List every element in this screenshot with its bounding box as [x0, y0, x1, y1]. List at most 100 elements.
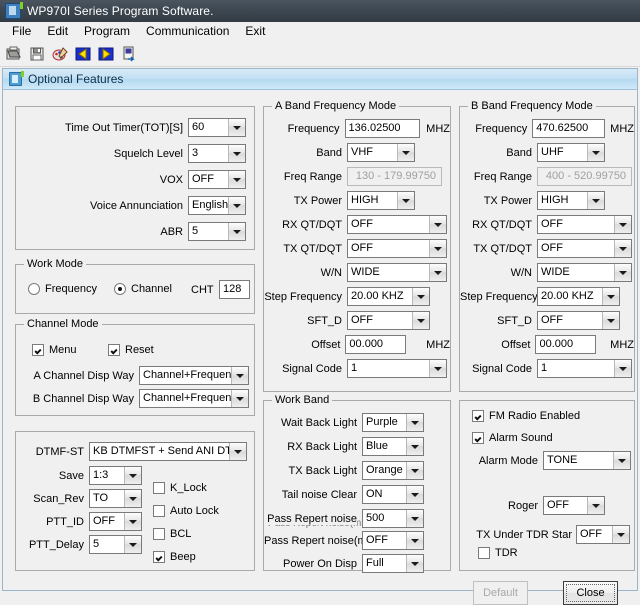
tail-noise-clear-select[interactable]: ON: [362, 485, 424, 504]
chevron-down-icon[interactable]: [602, 288, 619, 305]
k-lock-checkbox[interactable]: K_Lock: [153, 482, 207, 494]
abr-select[interactable]: 5: [188, 222, 246, 241]
menu-item-communication[interactable]: Communication: [138, 22, 237, 40]
beep-checkbox[interactable]: Beep: [153, 551, 196, 563]
time-out-timer-select[interactable]: 60: [188, 118, 246, 137]
chevron-down-icon[interactable]: [406, 486, 423, 503]
channel-mode-menu-checkbox[interactable]: Menu: [32, 344, 77, 356]
chevron-down-icon[interactable]: [406, 510, 423, 527]
chevron-down-icon[interactable]: [602, 312, 619, 329]
menu-item-program[interactable]: Program: [76, 22, 138, 40]
cht-input[interactable]: 128: [219, 280, 250, 299]
a-wn-select[interactable]: WIDE: [347, 263, 447, 282]
a-channel-disp-way-select[interactable]: Channel+Frequency: [139, 366, 249, 385]
roger-select[interactable]: OFF: [543, 496, 605, 515]
menu-item-exit[interactable]: Exit: [237, 22, 273, 40]
chevron-down-icon[interactable]: [587, 192, 604, 209]
a-step-frequency-select[interactable]: 20.00 KHZ: [347, 287, 430, 306]
chevron-down-icon[interactable]: [406, 532, 423, 549]
a-tx-power-select[interactable]: HIGH: [347, 191, 415, 210]
chevron-down-icon[interactable]: [429, 216, 446, 233]
vox-select[interactable]: OFF: [188, 170, 246, 189]
chevron-down-icon[interactable]: [229, 443, 246, 460]
chevron-down-icon[interactable]: [124, 513, 141, 530]
scan-rev-select[interactable]: TO: [89, 489, 142, 508]
voice-annunciation-select[interactable]: English: [188, 196, 246, 215]
chevron-down-icon[interactable]: [406, 555, 423, 572]
a-rx-qt-dqt-select[interactable]: OFF: [347, 215, 447, 234]
chevron-down-icon[interactable]: [412, 312, 429, 329]
pencil-palette-icon[interactable]: [50, 43, 71, 64]
chevron-down-icon[interactable]: [587, 144, 604, 161]
chevron-down-icon[interactable]: [397, 144, 414, 161]
b-tx-power-select[interactable]: HIGH: [537, 191, 605, 210]
chevron-down-icon[interactable]: [124, 467, 141, 484]
b-band-select[interactable]: UHF: [537, 143, 605, 162]
chevron-down-icon[interactable]: [412, 288, 429, 305]
ptt-delay-select[interactable]: 5: [89, 535, 142, 554]
tdr-checkbox[interactable]: TDR: [478, 547, 518, 559]
chevron-down-icon[interactable]: [406, 414, 423, 431]
b-frequency-input[interactable]: 470.62500: [532, 119, 606, 138]
ptt-id-select[interactable]: OFF: [89, 512, 142, 531]
wait-back-light-select[interactable]: Purple: [362, 413, 424, 432]
chevron-down-icon[interactable]: [228, 197, 245, 214]
fm-radio-enabled-checkbox[interactable]: FM Radio Enabled: [472, 410, 580, 422]
chevron-down-icon[interactable]: [406, 462, 423, 479]
alarm-mode-select[interactable]: TONE: [543, 451, 631, 470]
chevron-down-icon[interactable]: [228, 171, 245, 188]
alarm-sound-checkbox[interactable]: Alarm Sound: [472, 432, 553, 444]
chevron-down-icon[interactable]: [587, 497, 604, 514]
chevron-down-icon[interactable]: [612, 526, 629, 543]
chevron-down-icon[interactable]: [228, 119, 245, 136]
b-channel-disp-way-select[interactable]: Channel+Frequency: [139, 389, 249, 408]
write-arrow-right-icon[interactable]: [96, 43, 117, 64]
channel-mode-reset-checkbox[interactable]: Reset: [108, 344, 154, 356]
folder-open-icon[interactable]: [4, 43, 25, 64]
a-signal-code-select[interactable]: 1: [347, 359, 447, 378]
a-band-select[interactable]: VHF: [347, 143, 415, 162]
chevron-down-icon[interactable]: [124, 536, 141, 553]
rx-back-light-select[interactable]: Blue: [362, 437, 424, 456]
chevron-down-icon[interactable]: [231, 390, 248, 407]
a-frequency-input[interactable]: 136.02500: [344, 119, 421, 138]
b-signal-code-select[interactable]: 1: [537, 359, 632, 378]
chevron-down-icon[interactable]: [429, 264, 446, 281]
chevron-down-icon[interactable]: [228, 223, 245, 240]
chevron-down-icon[interactable]: [614, 240, 631, 257]
a-tx-qt-dqt-select[interactable]: OFF: [347, 239, 447, 258]
a-offset-input[interactable]: 00.000: [345, 335, 407, 354]
bcl-checkbox[interactable]: BCL: [153, 528, 191, 540]
b-offset-input[interactable]: 00.000: [535, 335, 597, 354]
chevron-down-icon[interactable]: [613, 452, 630, 469]
exit-door-icon[interactable]: [119, 43, 140, 64]
a-sft-d-select[interactable]: OFF: [347, 311, 430, 330]
close-button[interactable]: Close: [563, 581, 618, 605]
save-select[interactable]: 1:3: [89, 466, 142, 485]
chevron-down-icon[interactable]: [124, 490, 141, 507]
floppy-disk-icon[interactable]: [27, 43, 48, 64]
work-mode-frequency-radio[interactable]: Frequency: [28, 283, 97, 295]
tx-under-tdr-star-select[interactable]: OFF: [576, 525, 630, 544]
b-sft-d-select[interactable]: OFF: [537, 311, 620, 330]
b-wn-select[interactable]: WIDE: [537, 263, 632, 282]
menu-item-file[interactable]: File: [4, 22, 39, 40]
chevron-down-icon[interactable]: [406, 438, 423, 455]
b-rx-qt-dqt-select[interactable]: OFF: [537, 215, 632, 234]
read-arrow-left-icon[interactable]: [73, 43, 94, 64]
pass-repert-noise-ms-select[interactable]: OFF: [362, 531, 424, 550]
chevron-down-icon[interactable]: [397, 192, 414, 209]
chevron-down-icon[interactable]: [614, 264, 631, 281]
squelch-level-select[interactable]: 3: [188, 144, 246, 163]
pass-repert-noise-select[interactable]: 500: [362, 509, 424, 528]
work-mode-channel-radio[interactable]: Channel: [114, 283, 172, 295]
auto-lock-checkbox[interactable]: Auto Lock: [153, 505, 219, 517]
b-tx-qt-dqt-select[interactable]: OFF: [537, 239, 632, 258]
dtmf-st-select[interactable]: KB DTMFST + Send ANI DTM: [89, 442, 247, 461]
chevron-down-icon[interactable]: [614, 216, 631, 233]
tx-back-light-select[interactable]: Orange: [362, 461, 424, 480]
chevron-down-icon[interactable]: [429, 240, 446, 257]
power-on-disp-select[interactable]: Full: [362, 554, 424, 573]
chevron-down-icon[interactable]: [231, 367, 248, 384]
chevron-down-icon[interactable]: [228, 145, 245, 162]
